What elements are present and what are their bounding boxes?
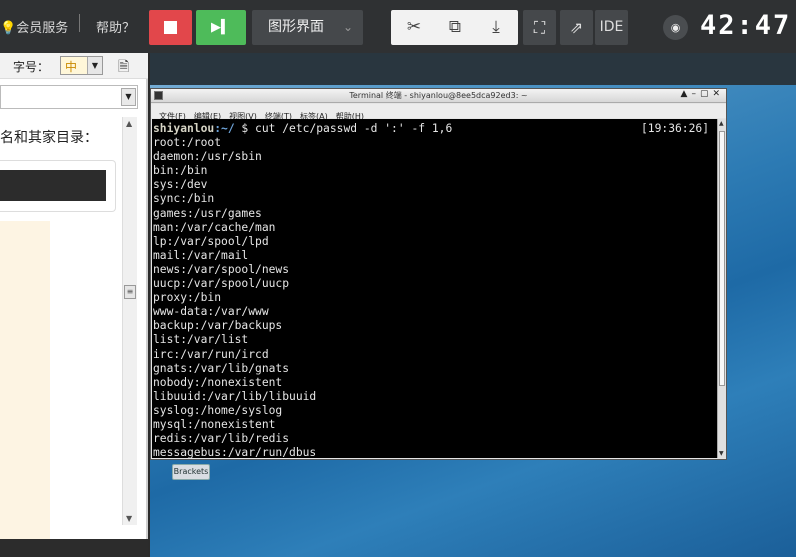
- skip-next-icon: ▶▍: [211, 20, 231, 35]
- left-bottom-bar: [0, 539, 148, 557]
- terminal-window[interactable]: Terminal 终端 - shiyanlou@8ee5dca92ed3: ~ …: [150, 88, 727, 460]
- output-line: uucp:/var/spool/uucp: [153, 277, 290, 291]
- member-service-link[interactable]: 💡会员服务: [0, 17, 68, 36]
- output-line: proxy:/bin: [153, 291, 222, 305]
- output-line: games:/usr/games: [153, 206, 262, 220]
- dropdown-arrow-icon: ▼: [121, 88, 136, 106]
- section-select[interactable]: ▼: [0, 85, 138, 109]
- code-block-dark: [0, 170, 106, 201]
- output-line: sys:/dev: [153, 178, 208, 192]
- stop-button[interactable]: [149, 10, 192, 45]
- prompt-user: shiyanlou: [153, 122, 215, 135]
- prompt-path: :~/: [214, 122, 235, 135]
- lightbulb-icon: 💡: [0, 21, 17, 36]
- scroll-up-icon[interactable]: ▲: [719, 120, 724, 127]
- scroll-thumb[interactable]: ≡: [124, 285, 136, 299]
- output-line: bin:/bin: [153, 164, 208, 178]
- font-size-value: 中: [65, 60, 78, 74]
- help-link[interactable]: 帮助？: [96, 17, 135, 36]
- fullscreen-icon[interactable]: ⛶: [523, 10, 556, 45]
- mode-label: 图形界面: [268, 19, 324, 35]
- scroll-thumb[interactable]: [719, 131, 725, 386]
- top-toolbar: 💡会员服务 帮助？ ▶▍ 图形界面 ⌄ ✂ ⧉ ⤓ ⛶ ⇗ IDE ◉ 42:47: [0, 0, 796, 53]
- output-line: nobody:/nonexistent: [153, 375, 283, 389]
- output-line: messagebus:/var/run/dbus: [153, 446, 317, 458]
- prompt-clock: [19:36:26]: [640, 122, 709, 135]
- output-line: daemon:/usr/sbin: [153, 150, 262, 164]
- terminal-output[interactable]: shiyanlou:~/ $ cut /etc/passwd -d ':' -f…: [152, 119, 717, 458]
- output-line: mail:/var/mail: [153, 248, 249, 262]
- code-block: [0, 160, 116, 212]
- top-left-links: 💡会员服务 帮助？: [0, 0, 148, 53]
- doc-text: 名和其家目录：: [0, 130, 98, 146]
- output-line: libuuid:/var/lib/libuuid: [153, 389, 317, 403]
- output-line: lp:/var/spool/lpd: [153, 234, 269, 248]
- command-text: $ cut /etc/passwd -d ':' -f 1,6: [234, 122, 453, 135]
- output-line: syslog:/home/syslog: [153, 403, 283, 417]
- paste-icon[interactable]: ⧉: [434, 10, 476, 45]
- remote-desktop[interactable]: Terminal 终端 - shiyanlou@8ee5dca92ed3: ~ …: [150, 53, 796, 557]
- command-line: shiyanlou:~/ $ cut /etc/passwd -d ':' -f…: [153, 122, 717, 136]
- clipboard-tools: ✂ ⧉ ⤓: [391, 10, 518, 45]
- terminal-menubar: 文件(F) 编辑(E) 视图(V) 终端(T) 标签(A) 帮助(H): [151, 104, 726, 121]
- divider: [79, 14, 80, 32]
- cut-icon[interactable]: ✂: [393, 10, 435, 45]
- terminal-titlebar[interactable]: Terminal 终端 - shiyanlou@8ee5dca92ed3: ~ …: [151, 89, 726, 103]
- mode-select[interactable]: 图形界面 ⌄: [252, 10, 363, 45]
- output-line: www-data:/var/www: [153, 305, 269, 319]
- scroll-up-icon[interactable]: ▲: [126, 119, 132, 128]
- next-step-button[interactable]: ▶▍: [196, 10, 246, 45]
- terminal-scrollbar[interactable]: ▲ ▼: [717, 119, 726, 458]
- countdown-timer: 42:47: [700, 10, 792, 41]
- font-size-label: 字号：: [13, 60, 50, 74]
- output-line: gnats:/var/lib/gnats: [153, 361, 290, 375]
- doc-toolbar: 字号： 中 ▼ 🗎: [0, 53, 148, 79]
- doc-scrollbar[interactable]: ▲ ≡ ▼: [122, 117, 137, 525]
- output-line: sync:/bin: [153, 192, 215, 206]
- chevron-down-icon: ⌄: [342, 20, 353, 34]
- ide-button[interactable]: IDE: [595, 10, 628, 45]
- external-link-icon[interactable]: ⇗: [560, 10, 593, 45]
- output-line: irc:/var/run/ircd: [153, 347, 269, 361]
- font-size-select[interactable]: 中 ▼: [60, 56, 103, 75]
- download-icon[interactable]: ⤓: [475, 10, 517, 45]
- highlight-block: [0, 221, 50, 539]
- window-controls[interactable]: ▲–▢✕: [681, 89, 724, 99]
- output-line: list:/var/list: [153, 333, 249, 347]
- dropdown-arrow-icon: ▼: [87, 57, 102, 74]
- eye-icon[interactable]: ◉: [663, 15, 688, 40]
- output-line: backup:/var/backups: [153, 319, 283, 333]
- scroll-down-icon[interactable]: ▼: [126, 514, 132, 523]
- brackets-desktop-icon[interactable]: Brackets: [172, 464, 210, 480]
- output-line: mysql:/nonexistent: [153, 417, 276, 431]
- document-icon[interactable]: 🗎: [118, 56, 129, 80]
- stop-icon: [164, 21, 177, 34]
- scroll-down-icon[interactable]: ▼: [719, 450, 724, 457]
- output-lines: root:/root daemon:/usr/sbin bin:/bin sys:/d…: [153, 136, 717, 458]
- output-line: root:/root: [153, 136, 222, 150]
- doc-content: 名和其家目录：: [0, 117, 122, 539]
- left-panel: 字号： 中 ▼ 🗎 ▼ 名和其家目录： ▲ ≡ ▼: [0, 53, 148, 539]
- output-line: man:/var/cache/man: [153, 220, 276, 234]
- terminal-title: Terminal 终端 - shiyanlou@8ee5dca92ed3: ~: [349, 91, 528, 100]
- output-line: news:/var/spool/news: [153, 262, 290, 276]
- output-line: redis:/var/lib/redis: [153, 432, 290, 446]
- desktop-top-strip: [150, 53, 796, 85]
